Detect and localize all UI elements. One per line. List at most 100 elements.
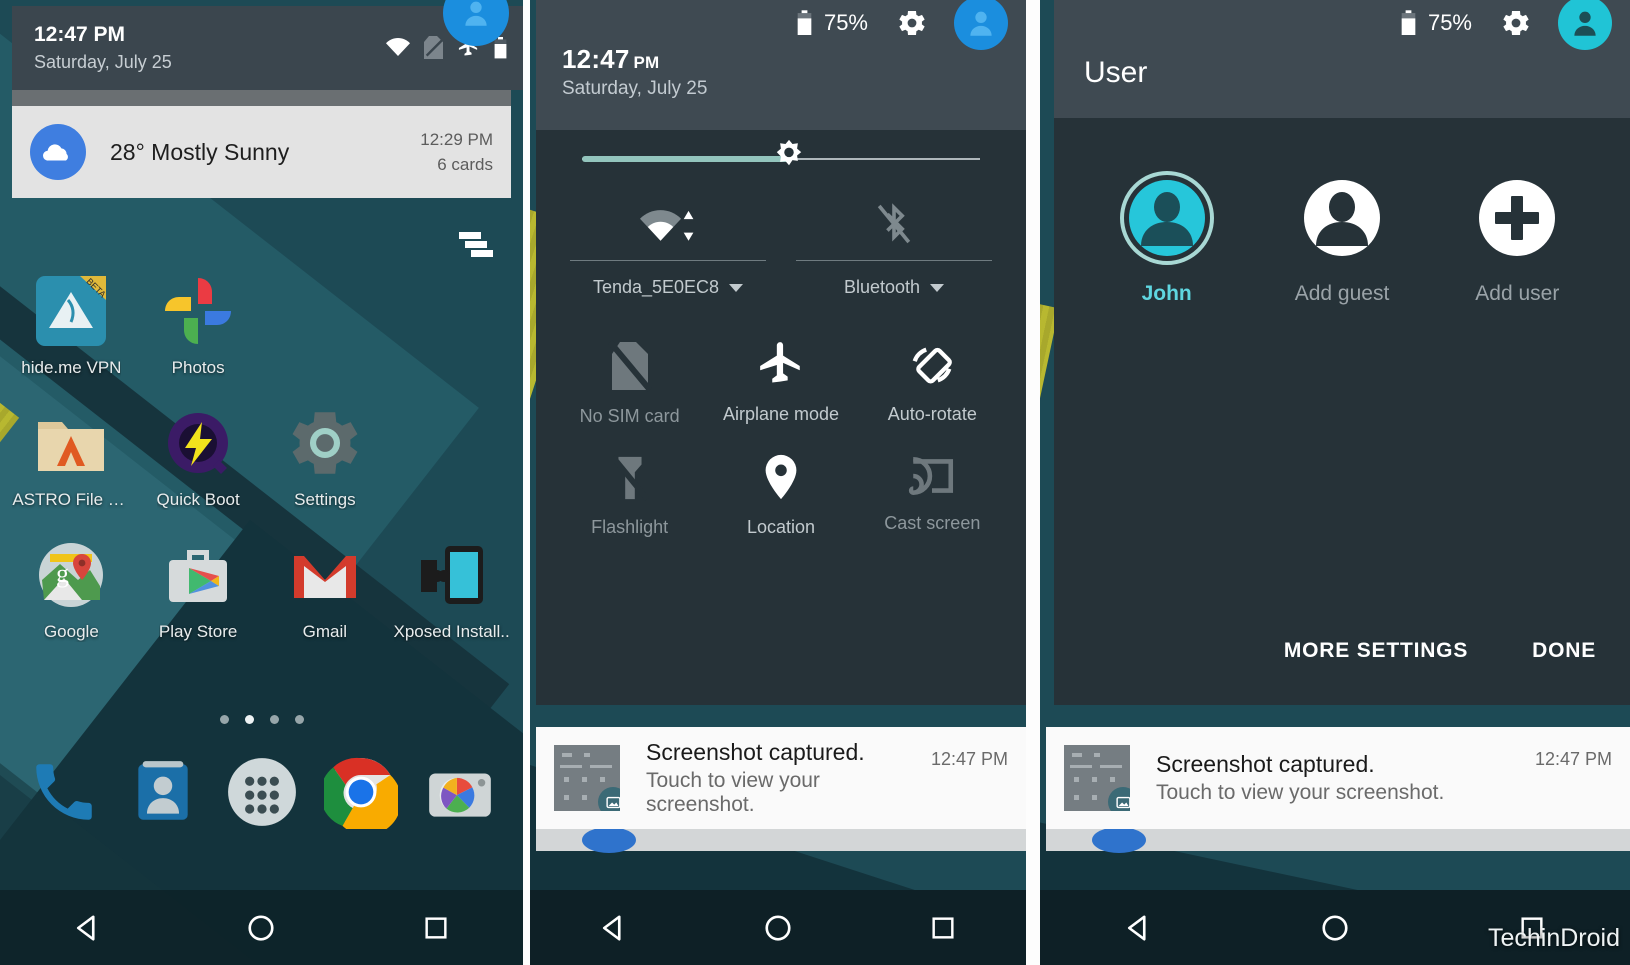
clock-date: Saturday, July 25 (562, 78, 708, 100)
app-astro-file-manager[interactable]: ASTRO File Ma.. (8, 402, 135, 510)
tile-label: No SIM card (579, 406, 680, 427)
shade-header: 75% 12:47 PM Saturday, July 25 (536, 0, 1026, 131)
notification-peek-below (1046, 827, 1630, 853)
user-avatar-icon (465, 1, 487, 26)
tile-location[interactable]: Location (705, 453, 856, 538)
tile-cast-screen[interactable]: Cast screen (857, 453, 1008, 538)
tile-bluetooth[interactable]: Bluetooth (796, 188, 992, 298)
back-button[interactable] (1103, 893, 1173, 963)
back-button[interactable] (578, 893, 648, 963)
shade-header: 75% User (1054, 0, 1630, 118)
navigation-bar (530, 890, 1026, 965)
done-button[interactable]: DONE (1532, 639, 1596, 663)
app-label: hide.me VPN (21, 358, 122, 377)
panel-separator-2 (1026, 0, 1040, 965)
tile-label: Flashlight (591, 517, 669, 538)
user-avatar-selected-icon (1119, 171, 1214, 265)
quick-settings-connectivity-row: Tenda_5E0EC8 Bluetooth (536, 178, 1026, 298)
recents-square-icon (932, 916, 954, 939)
app-xposed-installer[interactable]: Xposed Install.. (388, 534, 515, 642)
app-gmail[interactable]: Gmail (262, 534, 389, 642)
cast-screen-icon (909, 457, 954, 496)
tile-label: Location (746, 517, 816, 538)
contacts-icon[interactable] (126, 755, 200, 829)
camera-icon[interactable] (423, 755, 497, 829)
home-button[interactable] (226, 893, 296, 963)
quick-settings-shade: 75% 12:47 PM Saturday, July 25 Tenda_5E0… (536, 0, 1026, 705)
notification-peek-below (536, 827, 1026, 853)
user-item-add-guest[interactable]: Add guest (1269, 170, 1414, 306)
wifi-icon (640, 210, 694, 242)
app-label: Quick Boot (156, 490, 240, 509)
app-play-store[interactable]: Play Store (135, 534, 262, 642)
user-avatar[interactable] (954, 0, 1008, 50)
airplane-icon (760, 342, 800, 383)
gear-icon[interactable] (896, 7, 928, 39)
back-triangle-icon (1128, 914, 1146, 941)
app-photos[interactable]: Photos (135, 270, 262, 378)
recents-square-icon (425, 916, 447, 939)
brightness-track (582, 140, 980, 166)
tile-label: Auto-rotate (887, 404, 977, 425)
panel-separator-1 (523, 0, 530, 965)
user-avatar[interactable] (1558, 0, 1612, 50)
tile-no-sim-card[interactable]: No SIM card (554, 340, 705, 427)
svg-text:g: g (56, 559, 69, 588)
chevron-down-icon[interactable] (930, 283, 945, 292)
chevron-down-icon[interactable] (729, 283, 744, 292)
app-quick-boot[interactable]: Quick Boot (135, 402, 262, 510)
tile-divider (570, 260, 766, 262)
notification-subtitle: Touch to view your screenshot. (646, 769, 820, 816)
clear-all-notifications-icon[interactable] (455, 228, 495, 265)
chrome-icon[interactable] (319, 755, 401, 836)
flashlight-off-icon (610, 455, 650, 502)
screenshot-notification[interactable]: Screenshot captured. Touch to view your … (1046, 727, 1630, 829)
tile-wifi[interactable]: Tenda_5E0EC8 (570, 188, 766, 298)
user-item-add-user[interactable]: Add user (1445, 170, 1590, 306)
play-store-icon (157, 534, 239, 616)
navigation-bar (0, 890, 523, 965)
clock-block: 12:47 PM Saturday, July 25 (536, 44, 1026, 114)
home-button[interactable] (743, 893, 813, 963)
recents-button[interactable] (401, 893, 471, 963)
battery-icon (1401, 10, 1416, 35)
quick-settings-body: Tenda_5E0EC8 Bluetooth No SIM card Airpl… (536, 130, 1026, 548)
page-indicator-dots (0, 715, 523, 724)
tile-divider (796, 260, 992, 262)
tile-auto-rotate[interactable]: Auto-rotate (857, 340, 1008, 427)
weather-notification[interactable]: 28° Mostly Sunny 12:29 PM 6 cards (12, 106, 511, 198)
no-sim-icon (424, 36, 443, 60)
xposed-installer-icon (411, 534, 493, 616)
tile-airplane-mode[interactable]: Airplane mode (705, 340, 856, 427)
bluetooth-label: Bluetooth (843, 277, 921, 298)
page-dot-active[interactable] (244, 715, 254, 724)
user-switcher-actions: MORE SETTINGS DONE (1284, 639, 1596, 663)
more-settings-button[interactable]: MORE SETTINGS (1284, 639, 1468, 663)
page-dot[interactable] (269, 715, 279, 724)
clock-time: 12:47 (562, 44, 630, 74)
app-hideme-vpn[interactable]: BETA hide.me VPN (8, 270, 135, 378)
screenshot-notification[interactable]: Screenshot captured. Touch to view your … (536, 727, 1026, 829)
user-item-john[interactable]: John (1094, 170, 1239, 306)
brightness-thumb[interactable] (770, 138, 808, 181)
app-google[interactable]: g Google (8, 534, 135, 642)
battery-icon (494, 36, 507, 59)
notification-time: 12:47 PM (1534, 749, 1612, 769)
brightness-slider[interactable] (536, 130, 1026, 178)
battery-icon (797, 10, 812, 35)
home-button[interactable] (1300, 893, 1370, 963)
battery-percent: 75% (1427, 10, 1472, 35)
app-drawer-icon[interactable] (225, 755, 299, 829)
gear-icon[interactable] (1500, 7, 1532, 39)
app-settings[interactable]: Settings (262, 402, 389, 510)
app-label: Gmail (302, 622, 348, 641)
back-button[interactable] (52, 893, 122, 963)
page-dot[interactable] (294, 715, 304, 724)
page-dot[interactable] (219, 715, 229, 724)
phone-icon[interactable] (27, 755, 101, 829)
tile-flashlight[interactable]: Flashlight (554, 453, 705, 538)
quick-settings-tile-grid: No SIM card Airplane mode Auto-rotate Fl… (536, 298, 1026, 538)
page-title: User (1084, 56, 1148, 89)
tile-label: Airplane mode (722, 404, 840, 425)
recents-button[interactable] (908, 893, 978, 963)
